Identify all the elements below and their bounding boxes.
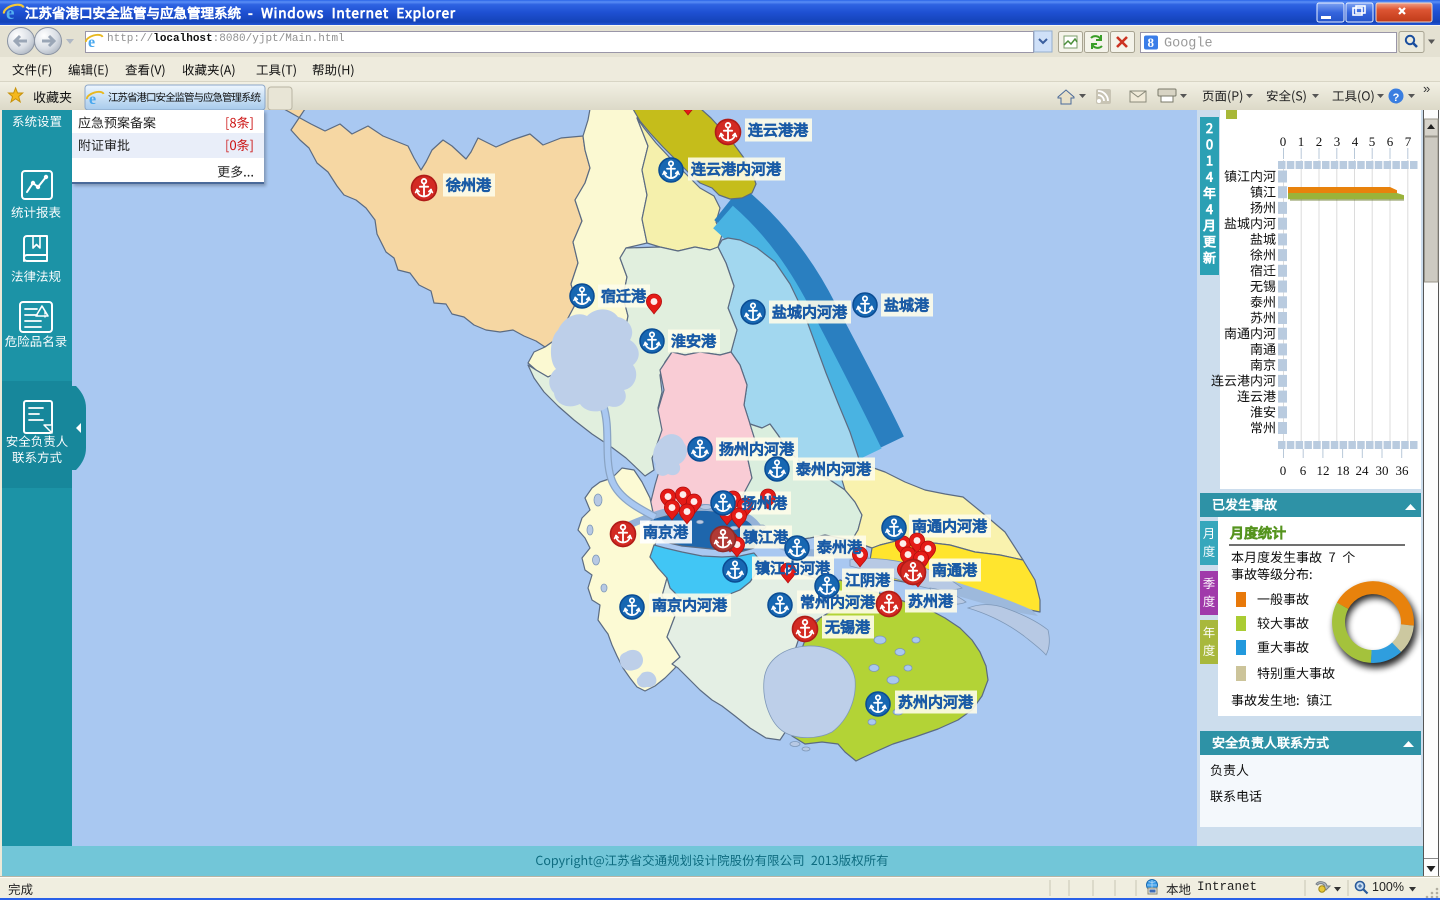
svg-text:8: 8 (1148, 35, 1155, 50)
svg-text:Google: Google (1164, 37, 1213, 52)
svg-text:»: » (1423, 82, 1430, 96)
svg-text:?: ? (1393, 92, 1400, 104)
